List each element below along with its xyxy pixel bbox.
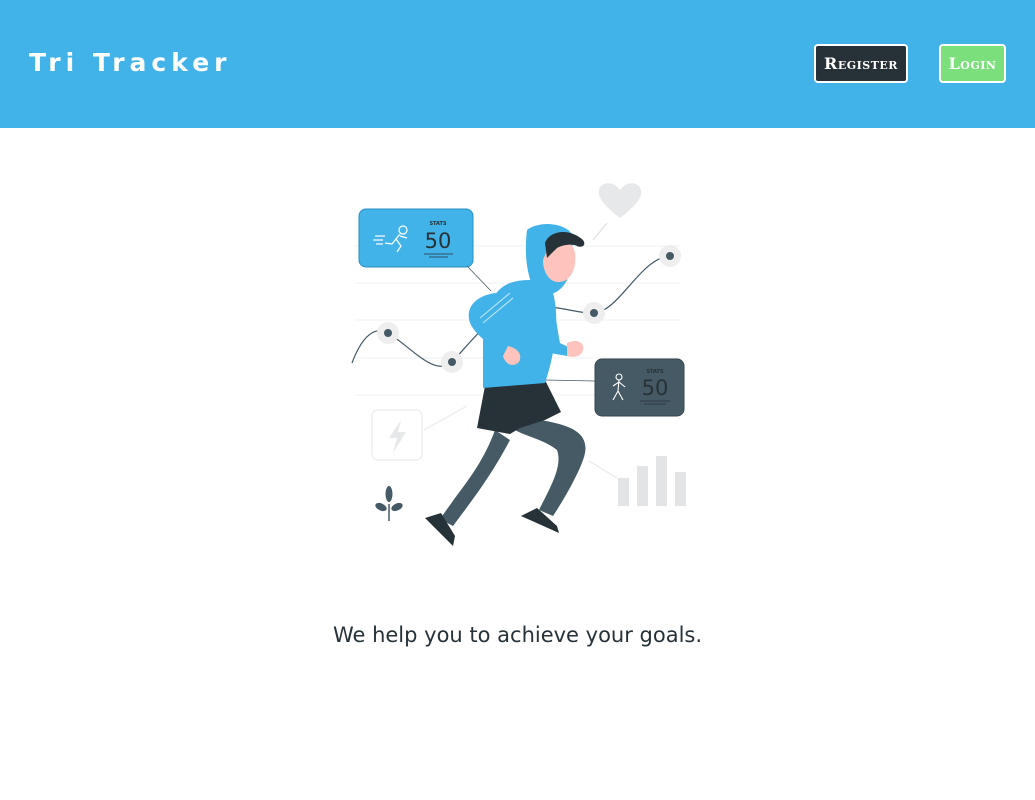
bar-chart-icon	[618, 456, 686, 506]
tagline: We help you to achieve your goals.	[332, 623, 703, 647]
heart-icon	[598, 183, 642, 218]
stats-card-top-value: 50	[425, 229, 452, 253]
plant-icon	[375, 486, 403, 521]
brand-title[interactable]: Tri Tracker	[29, 46, 231, 80]
lightning-icon	[371, 409, 423, 461]
runner-figure	[425, 224, 586, 546]
stats-card-top-label: STATS	[429, 221, 447, 227]
stats-card-top: STATS 50	[358, 208, 474, 268]
login-button[interactable]: Login	[939, 44, 1006, 83]
top-header: Tri Tracker Register Login	[0, 0, 1035, 128]
stats-card-bottom-label: STATS	[646, 369, 664, 375]
stats-card-bottom: STATS 50	[594, 358, 685, 417]
hero-illustration: STATS 50 STATS 50	[351, 183, 686, 546]
register-button[interactable]: Register	[814, 44, 908, 83]
stats-card-bottom-value: 50	[642, 376, 669, 400]
